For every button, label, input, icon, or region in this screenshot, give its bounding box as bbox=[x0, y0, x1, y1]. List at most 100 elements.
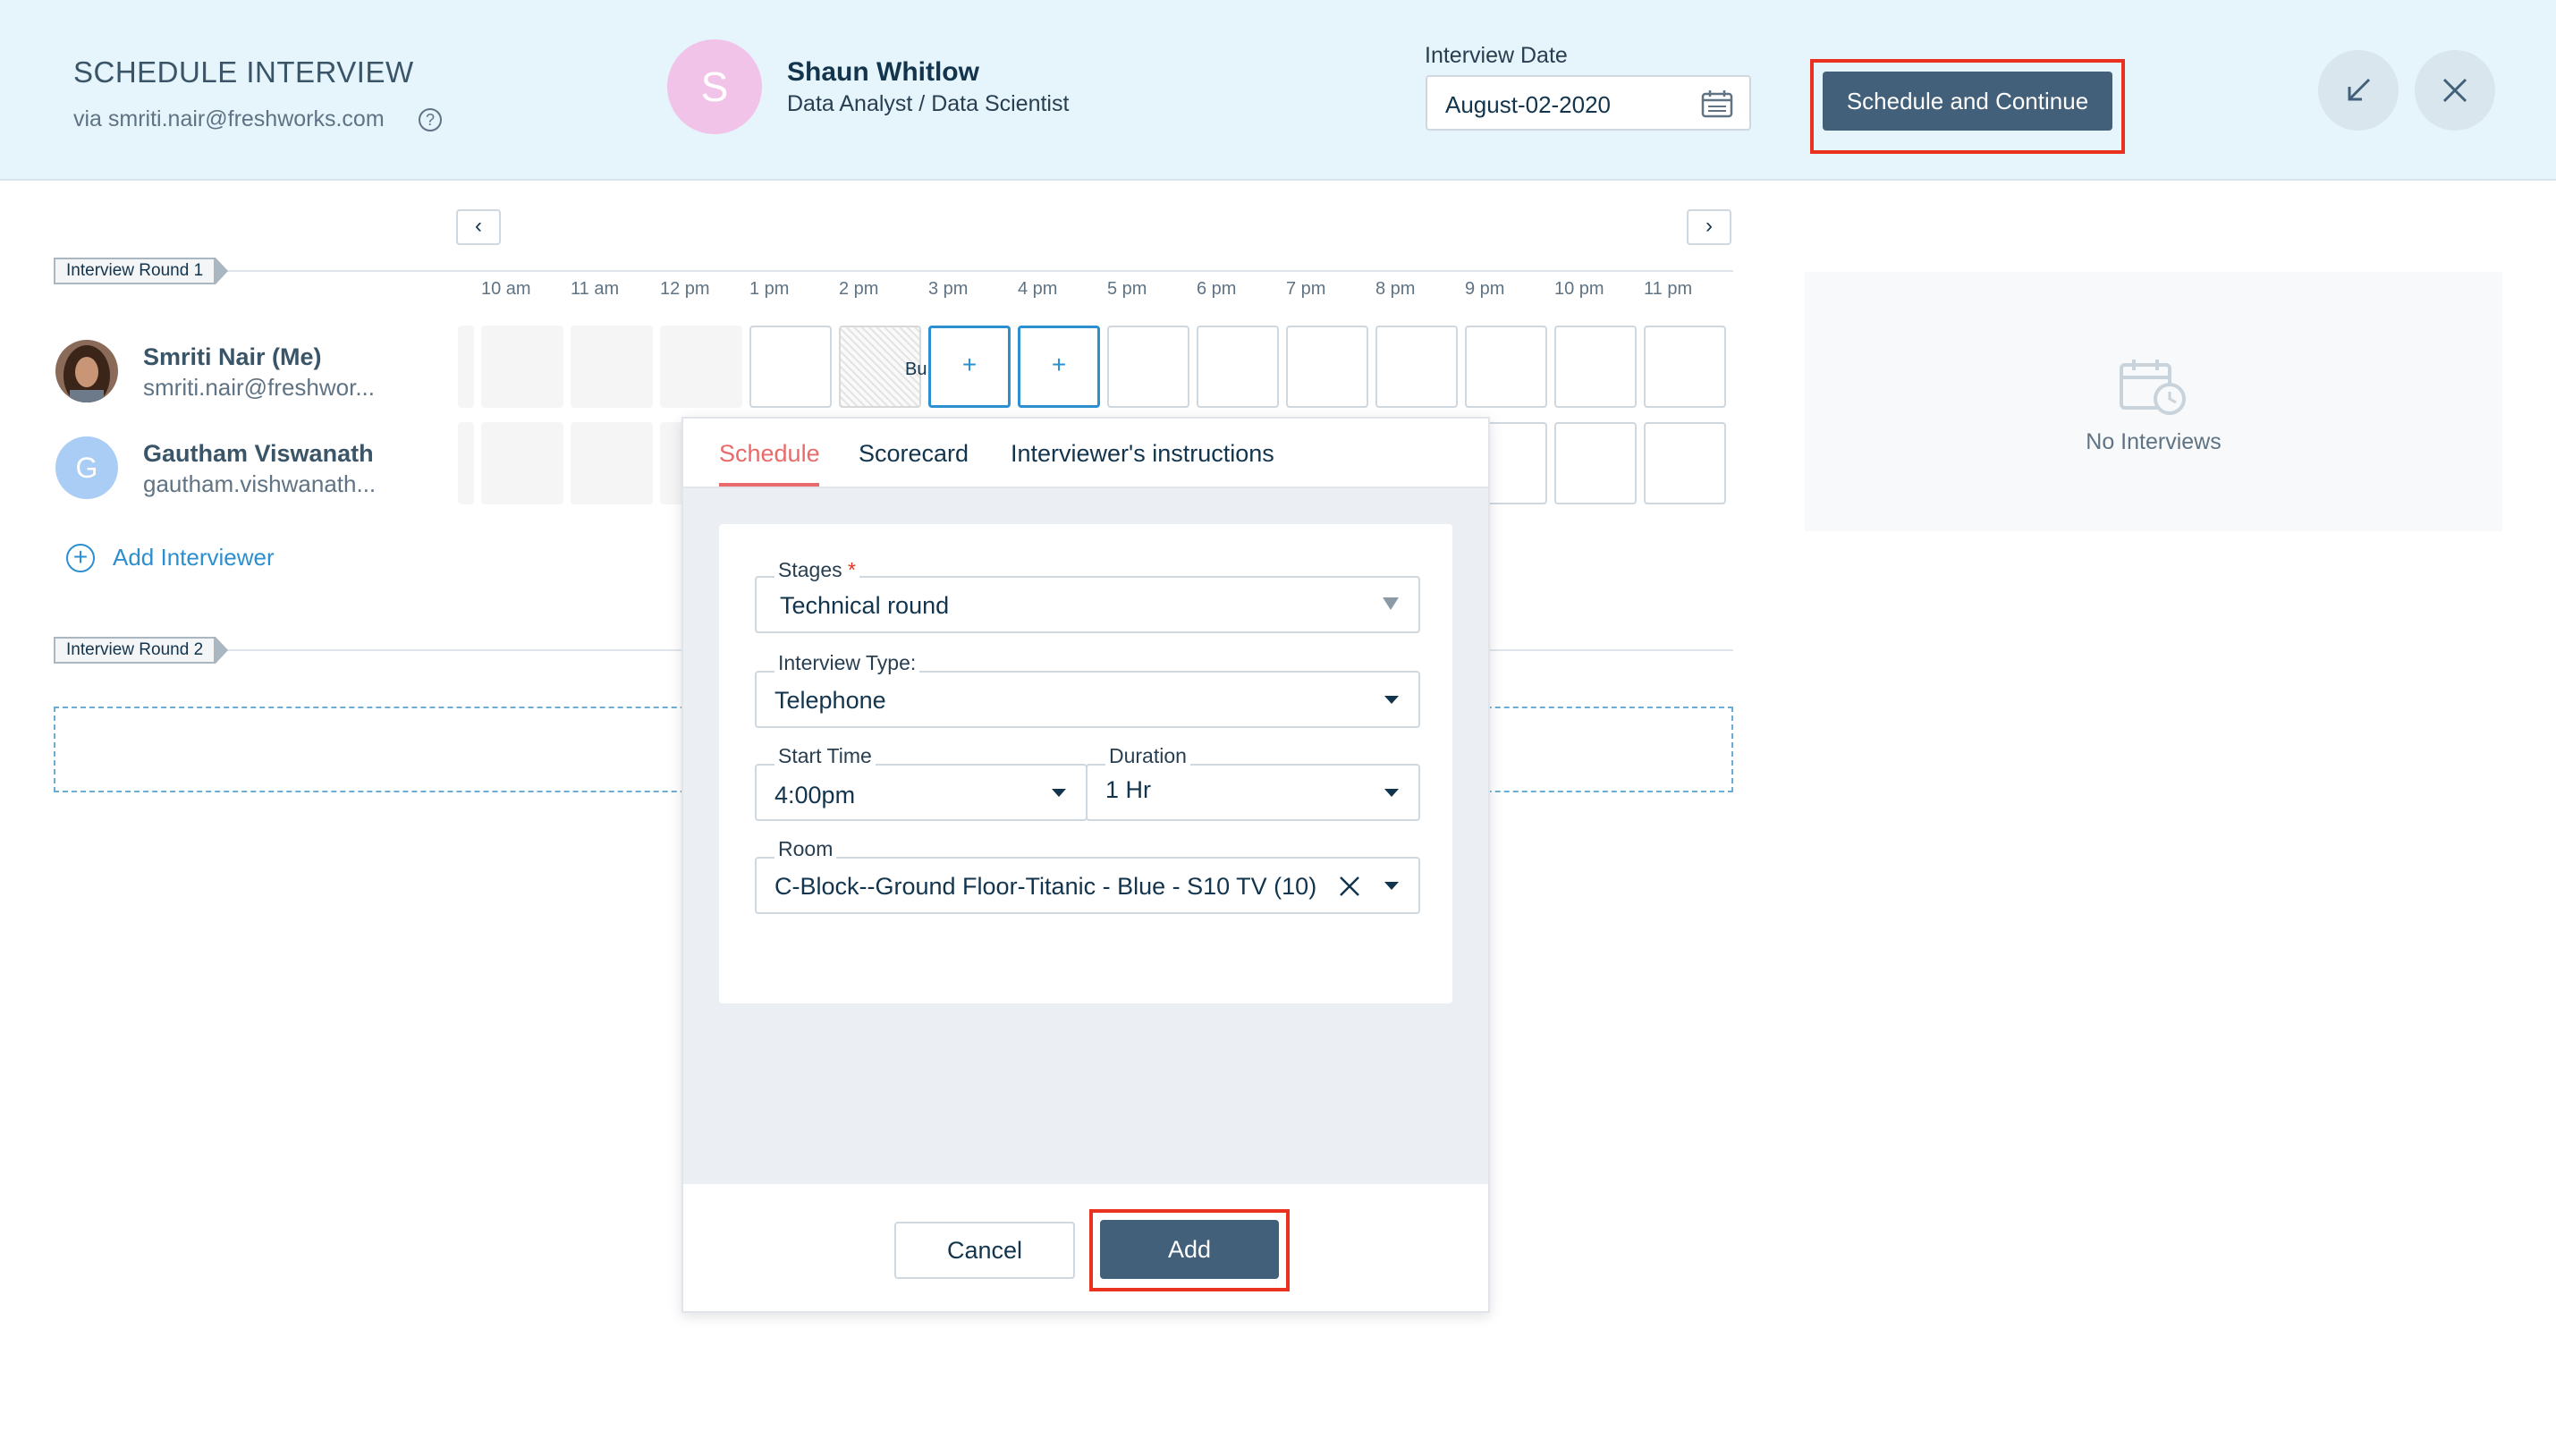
time-slot[interactable] bbox=[1107, 326, 1189, 408]
time-slot bbox=[458, 422, 474, 504]
interview-date-field[interactable]: August-02-2020 bbox=[1426, 75, 1751, 131]
hour-label: 4 pm bbox=[1018, 279, 1058, 299]
interviewer-name: Smriti Nair (Me) bbox=[143, 343, 322, 370]
time-slot bbox=[481, 422, 563, 504]
room-label: Room bbox=[774, 837, 837, 861]
round1-tag: Interview Round 1 bbox=[54, 258, 229, 284]
no-interviews-text: No Interviews bbox=[2086, 429, 2222, 454]
selected-slot[interactable]: + bbox=[1018, 326, 1100, 408]
tab-scorecard[interactable]: Scorecard bbox=[859, 440, 969, 468]
selected-slot[interactable]: + bbox=[928, 326, 1011, 408]
interview-type-label: Interview Type: bbox=[774, 651, 920, 675]
start-time-value: 4:00pm bbox=[774, 782, 856, 808]
interviewer-email: gautham.vishwanath... bbox=[143, 470, 377, 497]
time-slot[interactable] bbox=[1644, 326, 1726, 408]
time-slot bbox=[571, 422, 653, 504]
hour-label: 1 pm bbox=[749, 279, 790, 299]
minimize-arrow-icon bbox=[2348, 78, 2371, 101]
add-interviewer-link[interactable]: Add Interviewer bbox=[113, 544, 275, 571]
interview-date-label: Interview Date bbox=[1425, 43, 1568, 68]
chevron-down-icon bbox=[1384, 789, 1399, 797]
busy-label: Bu bbox=[905, 360, 927, 379]
interviewer-email: smriti.nair@freshwor... bbox=[143, 374, 375, 401]
time-slot[interactable] bbox=[1286, 326, 1368, 408]
interviewer-avatar: G bbox=[55, 436, 118, 499]
time-slot[interactable] bbox=[1554, 326, 1637, 408]
time-slot[interactable] bbox=[1465, 326, 1547, 408]
help-icon[interactable]: ? bbox=[419, 108, 442, 131]
add-interviewer-icon[interactable]: + bbox=[66, 544, 95, 572]
hour-label: 6 pm bbox=[1197, 279, 1237, 299]
busy-slot: Bu bbox=[839, 326, 927, 408]
duration-select[interactable]: 1 Hr bbox=[1086, 764, 1420, 821]
interviews-panel: No Interviews bbox=[1805, 272, 2502, 531]
close-icon bbox=[2442, 78, 2467, 103]
chevron-down-icon bbox=[1384, 882, 1399, 890]
hour-label: 8 pm bbox=[1375, 279, 1416, 299]
hour-label: 2 pm bbox=[839, 279, 879, 299]
round2-tag: Interview Round 2 bbox=[54, 637, 229, 664]
modal-body: Technical round Stages * Telephone Inter… bbox=[683, 488, 1488, 1184]
interview-type-value: Telephone bbox=[774, 687, 886, 714]
candidate-avatar: S bbox=[667, 39, 762, 134]
duration-value: 1 Hr bbox=[1105, 776, 1152, 803]
time-slot bbox=[481, 326, 563, 408]
active-tab-indicator bbox=[719, 483, 819, 487]
hour-label: 7 pm bbox=[1286, 279, 1326, 299]
chevron-down-icon bbox=[1384, 696, 1399, 704]
tab-interviewer-instructions[interactable]: Interviewer's instructions bbox=[1011, 440, 1274, 468]
start-time-select[interactable]: 4:00pm bbox=[755, 764, 1088, 821]
time-slot[interactable] bbox=[1375, 326, 1458, 408]
time-slot[interactable] bbox=[1554, 422, 1637, 504]
tab-schedule[interactable]: Schedule bbox=[719, 440, 820, 468]
schedule-and-continue-button[interactable]: Schedule and Continue bbox=[1823, 72, 2112, 131]
add-button[interactable]: Add bbox=[1100, 1220, 1279, 1279]
time-slot[interactable] bbox=[1197, 326, 1279, 408]
candidate-role: Data Analyst / Data Scientist bbox=[787, 91, 1070, 116]
hour-label: 11 pm bbox=[1644, 279, 1693, 299]
close-button[interactable] bbox=[2415, 50, 2495, 131]
candidate-name[interactable]: Shaun Whitlow bbox=[787, 57, 979, 88]
time-slot bbox=[660, 326, 742, 408]
interview-date-value: August-02-2020 bbox=[1445, 91, 1612, 118]
hour-label: 12 pm bbox=[660, 279, 710, 299]
interviewer-avatar bbox=[55, 340, 118, 402]
hour-label: 5 pm bbox=[1107, 279, 1147, 299]
next-time-button[interactable]: › bbox=[1687, 209, 1731, 245]
sender-email: via smriti.nair@freshworks.com bbox=[73, 106, 385, 131]
hour-label: 10 pm bbox=[1554, 279, 1604, 299]
hour-label: 10 am bbox=[481, 279, 531, 299]
start-time-label: Start Time bbox=[774, 744, 876, 768]
header-bar: SCHEDULE INTERVIEW via smriti.nair@fresh… bbox=[0, 0, 2556, 181]
calendar-clock-icon bbox=[2120, 360, 2186, 415]
clear-icon[interactable] bbox=[1336, 873, 1363, 900]
time-slot[interactable] bbox=[1644, 422, 1726, 504]
time-slot bbox=[571, 326, 653, 408]
stages-select[interactable]: Technical round bbox=[755, 576, 1420, 633]
modal-footer: Cancel Add bbox=[683, 1184, 1488, 1311]
calendar-icon[interactable] bbox=[1701, 89, 1733, 118]
stages-value: Technical round bbox=[780, 592, 950, 619]
cancel-button[interactable]: Cancel bbox=[894, 1222, 1075, 1279]
required-marker: * bbox=[848, 558, 856, 581]
hour-label: 3 pm bbox=[928, 279, 969, 299]
chevron-down-icon bbox=[1052, 789, 1066, 797]
dropdown-arrow-icon bbox=[1383, 597, 1399, 610]
page-title: SCHEDULE INTERVIEW bbox=[73, 55, 414, 89]
schedule-form: Technical round Stages * Telephone Inter… bbox=[719, 524, 1452, 1003]
room-select[interactable]: C-Block--Ground Floor-Titanic - Blue - S… bbox=[755, 857, 1420, 914]
interview-type-select[interactable]: Telephone bbox=[755, 671, 1420, 728]
hour-label: 9 pm bbox=[1465, 279, 1505, 299]
room-value: C-Block--Ground Floor-Titanic - Blue - S… bbox=[774, 873, 1317, 900]
time-slot bbox=[458, 326, 474, 408]
prev-time-button[interactable]: ‹ bbox=[456, 209, 501, 245]
minimize-button[interactable] bbox=[2318, 50, 2399, 131]
interviewer-name: Gautham Viswanath bbox=[143, 440, 374, 467]
time-slot[interactable] bbox=[749, 326, 832, 408]
stages-label-text: Stages bbox=[778, 558, 842, 581]
modal-tabs: Schedule Scorecard Interviewer's instruc… bbox=[683, 419, 1488, 488]
hour-label: 11 am bbox=[571, 279, 620, 299]
round1-divider bbox=[54, 270, 1733, 272]
duration-label: Duration bbox=[1105, 744, 1190, 768]
stages-label: Stages * bbox=[774, 558, 859, 582]
